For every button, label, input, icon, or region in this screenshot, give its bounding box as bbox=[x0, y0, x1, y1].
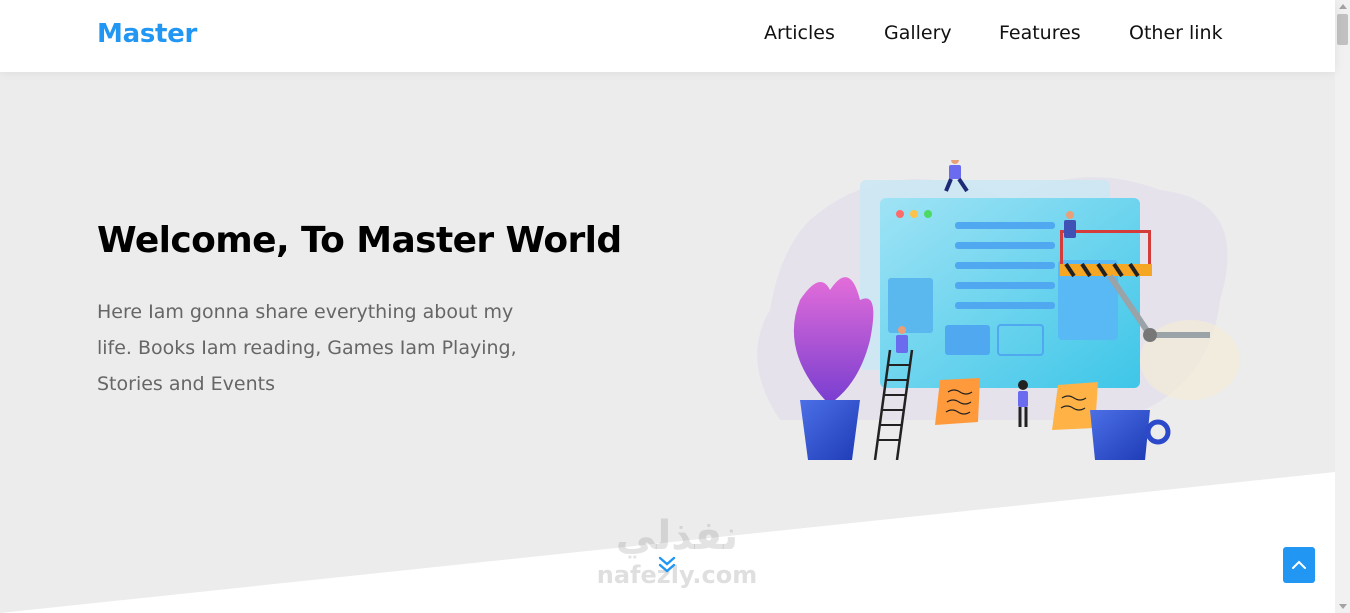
nav-link-articles[interactable]: Articles bbox=[764, 22, 835, 44]
chevron-up-icon bbox=[1292, 560, 1306, 569]
nav-link-gallery[interactable]: Gallery bbox=[884, 22, 952, 44]
scroll-up-arrow[interactable] bbox=[1339, 4, 1347, 9]
nav-link-features[interactable]: Features bbox=[999, 22, 1081, 44]
site-header: Master Articles Gallery Features Other l… bbox=[0, 0, 1335, 72]
nav-link-other[interactable]: Other link bbox=[1129, 22, 1223, 44]
watermark-arabic: نفذلي bbox=[615, 513, 739, 559]
scroll-down-arrow[interactable] bbox=[1339, 604, 1347, 609]
site-logo[interactable]: Master bbox=[97, 19, 197, 49]
landing-section: Welcome, To Master World Here Iam gonna … bbox=[0, 72, 1335, 613]
double-chevron-down-icon[interactable] bbox=[656, 554, 678, 576]
page-scrollbar[interactable] bbox=[1335, 0, 1350, 613]
scroll-thumb[interactable] bbox=[1337, 14, 1348, 45]
back-to-top-button[interactable] bbox=[1283, 547, 1315, 583]
